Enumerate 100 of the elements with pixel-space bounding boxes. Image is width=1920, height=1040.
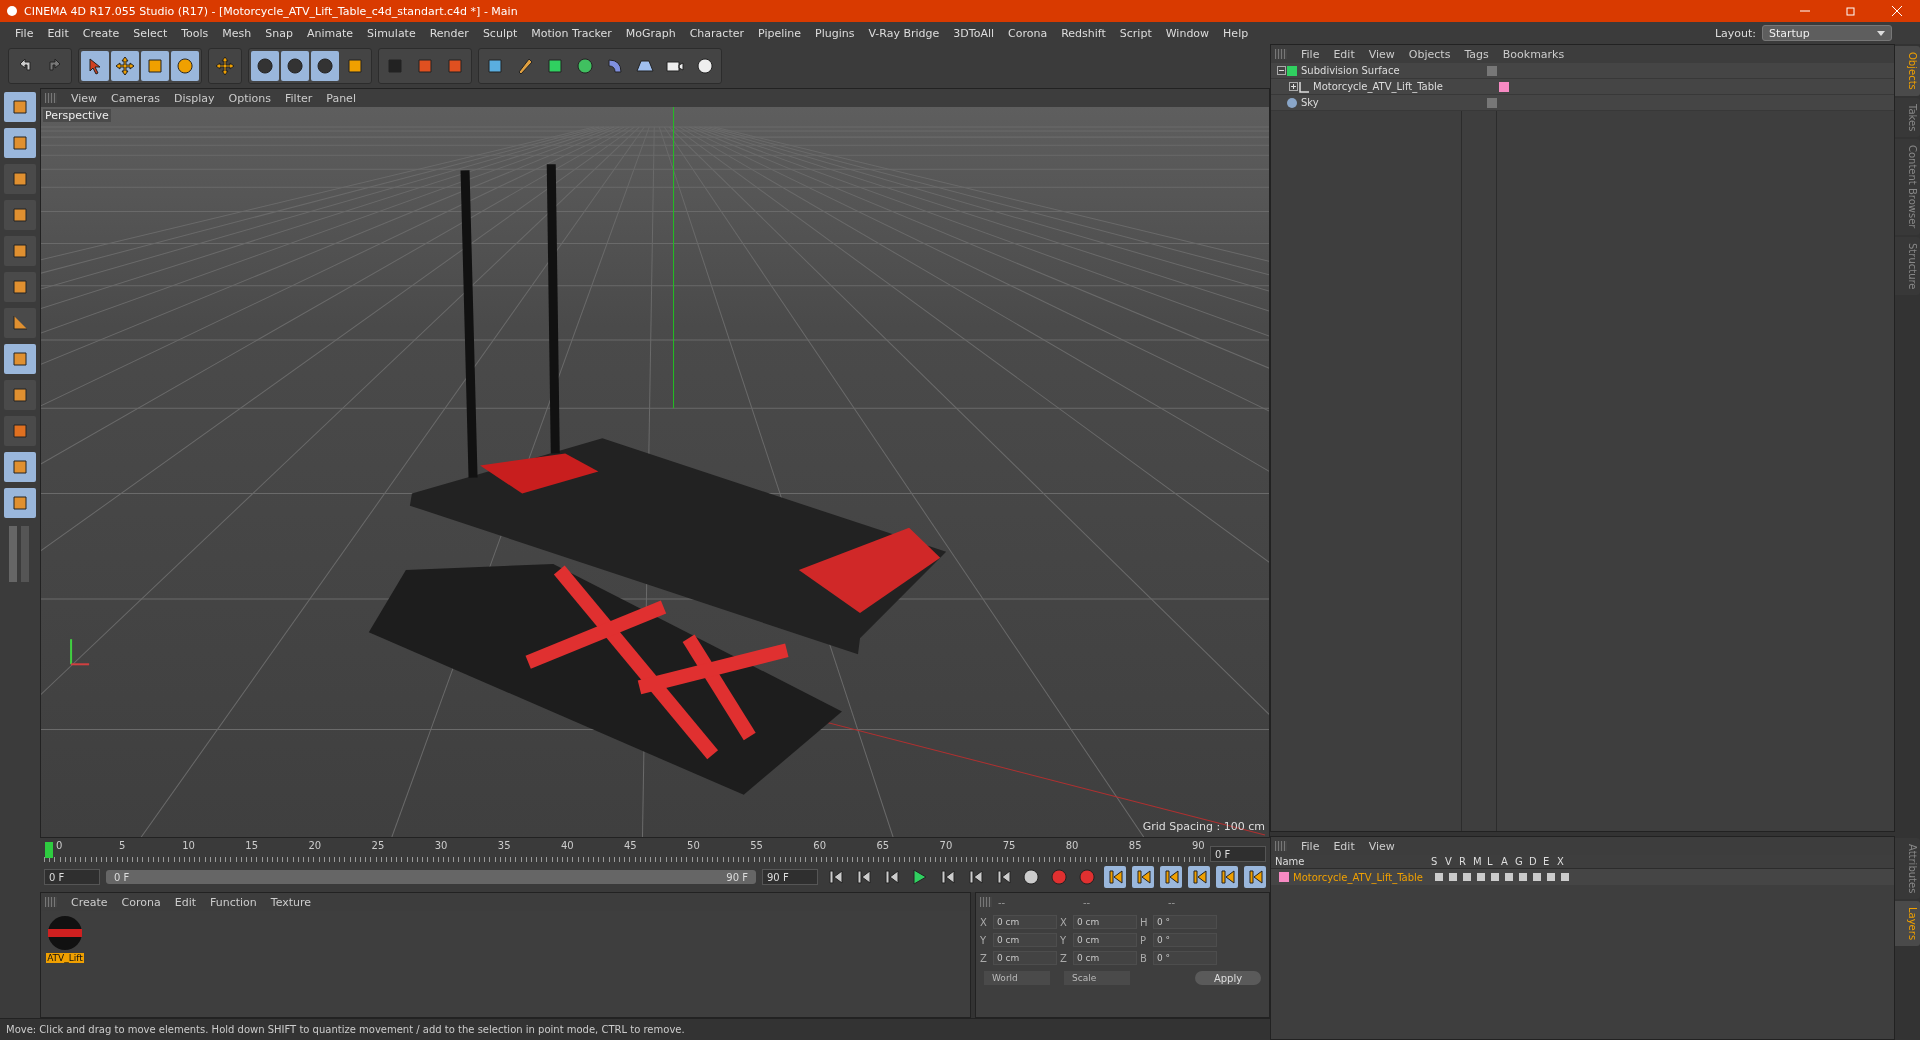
rotation-field[interactable]: 0 ° — [1153, 951, 1217, 965]
space-dropdown[interactable]: World — [984, 971, 1050, 985]
mode-button[interactable] — [4, 488, 36, 518]
menu-item[interactable]: Character — [682, 26, 751, 40]
menu-item[interactable]: V-Ray Bridge — [861, 26, 947, 40]
layout-dropdown[interactable]: Startup — [1762, 25, 1892, 41]
menu-item[interactable]: File — [8, 26, 41, 40]
column-header[interactable]: Name — [1275, 856, 1431, 867]
column-header[interactable]: M — [1473, 856, 1487, 867]
tool-button[interactable] — [81, 51, 109, 81]
column-header[interactable]: R — [1459, 856, 1473, 867]
column-header[interactable]: S — [1431, 856, 1445, 867]
mode-button[interactable] — [4, 344, 36, 374]
menu-item[interactable]: 3DToAll — [946, 26, 1001, 40]
column-header[interactable]: D — [1529, 856, 1543, 867]
menu-item[interactable]: Simulate — [360, 26, 423, 40]
size-field[interactable]: 0 cm — [1073, 951, 1137, 965]
material-menu-item[interactable]: Texture — [264, 895, 318, 909]
mode-button[interactable] — [4, 452, 36, 482]
mode-button[interactable] — [4, 92, 36, 122]
object-menu-item[interactable]: Bookmarks — [1496, 47, 1571, 61]
tool-button[interactable] — [111, 51, 139, 81]
object-row[interactable]: Subdivision Surface — [1271, 63, 1894, 79]
menu-item[interactable]: Redshift — [1054, 26, 1113, 40]
mode-button[interactable] — [4, 200, 36, 230]
object-row[interactable]: Sky — [1271, 95, 1894, 111]
object-row[interactable]: Motorcycle_ATV_Lift_Table — [1271, 79, 1894, 95]
material-menu-item[interactable]: Edit — [168, 895, 202, 909]
menu-item[interactable]: MoGraph — [618, 26, 683, 40]
tool-button[interactable] — [251, 51, 279, 81]
menu-item[interactable]: Script — [1112, 26, 1159, 40]
timeline-ruler[interactable]: 0 5 10 15 20 25 30 35 40 45 50 55 60 65 70 75 80 85 90 — [44, 840, 1206, 862]
object-menu-item[interactable]: Objects — [1402, 47, 1457, 61]
menu-item[interactable]: Motion Tracker — [524, 26, 619, 40]
layer-menu-item[interactable]: Edit — [1327, 839, 1361, 853]
mode-button[interactable] — [4, 272, 36, 302]
rotation-field[interactable]: 0 ° — [1153, 933, 1217, 947]
expand-icon[interactable] — [1289, 82, 1298, 91]
menu-item[interactable]: Help — [1216, 26, 1256, 40]
mode-button[interactable] — [4, 380, 36, 410]
menu-item[interactable]: Create — [75, 26, 127, 40]
material-menu-item[interactable]: Corona — [115, 895, 167, 909]
material-swatch[interactable] — [47, 915, 83, 951]
tool-button[interactable] — [311, 51, 339, 81]
menu-item[interactable]: Sculpt — [475, 26, 525, 40]
viewport-canvas[interactable]: Perspective Grid Spacing : 100 cm — [41, 107, 1269, 837]
viewport-menu-item[interactable]: Cameras — [105, 91, 166, 105]
viewport-menu-item[interactable]: Options — [222, 91, 277, 105]
layer-menu-item[interactable]: View — [1362, 839, 1401, 853]
mode-button[interactable] — [4, 128, 36, 158]
mode-button[interactable] — [4, 236, 36, 266]
rotation-field[interactable]: 0 ° — [1153, 915, 1217, 929]
size-field[interactable]: 0 cm — [1073, 933, 1137, 947]
object-menu-item[interactable]: Edit — [1327, 47, 1361, 61]
menu-item[interactable]: Snap — [258, 26, 300, 40]
restore-icon — [1846, 6, 1856, 16]
menu-item[interactable]: Plugins — [808, 26, 862, 40]
end-frame-field[interactable]: 90 F — [762, 869, 818, 885]
apply-button[interactable]: Apply — [1195, 971, 1261, 985]
material-menu-item[interactable]: Function — [204, 895, 263, 909]
column-header[interactable]: X — [1557, 856, 1571, 867]
viewport-menu-item[interactable]: Filter — [279, 91, 319, 105]
mode-button[interactable] — [4, 416, 36, 446]
object-menu-item[interactable]: File — [1295, 47, 1326, 61]
side-tab[interactable]: Layers — [1895, 901, 1920, 947]
start-frame-field[interactable]: 0 F — [44, 869, 100, 885]
layer-row[interactable]: Motorcycle_ATV_Lift_Table — [1271, 869, 1894, 885]
current-frame-field[interactable]: 0 F — [1210, 846, 1266, 862]
column-header[interactable]: V — [1445, 856, 1459, 867]
object-menu-item[interactable]: Tags — [1458, 47, 1495, 61]
column-header[interactable]: A — [1501, 856, 1515, 867]
position-field[interactable]: 0 cm — [993, 933, 1057, 947]
viewport-menu-item[interactable]: View — [65, 91, 104, 105]
mode-dropdown[interactable]: Scale — [1064, 971, 1130, 985]
menu-item[interactable]: Edit — [40, 26, 76, 40]
mode-button[interactable] — [4, 308, 36, 338]
menu-item[interactable]: Mesh — [215, 26, 259, 40]
position-field[interactable]: 0 cm — [993, 951, 1057, 965]
mode-button[interactable] — [4, 164, 36, 194]
column-header[interactable]: G — [1515, 856, 1529, 867]
menu-item[interactable]: Window — [1158, 26, 1217, 40]
menu-item[interactable]: Animate — [300, 26, 361, 40]
column-header[interactable]: E — [1543, 856, 1557, 867]
tool-button[interactable] — [281, 51, 309, 81]
side-tab[interactable]: Objects — [1895, 46, 1920, 96]
viewport-menu-item[interactable]: Panel — [320, 91, 362, 105]
position-field[interactable]: 0 cm — [993, 915, 1057, 929]
menu-item[interactable]: Pipeline — [751, 26, 809, 40]
column-header[interactable]: L — [1487, 856, 1501, 867]
object-menu-item[interactable]: View — [1362, 47, 1401, 61]
range-slider[interactable]: 0 F 90 F — [106, 870, 756, 884]
material-menu-item[interactable]: Create — [65, 895, 114, 909]
size-field[interactable]: 0 cm — [1073, 915, 1137, 929]
menu-item[interactable]: Render — [422, 26, 476, 40]
menu-item[interactable]: Select — [126, 26, 175, 40]
menu-item[interactable]: Corona — [1001, 26, 1055, 40]
layer-menu-item[interactable]: File — [1295, 839, 1326, 853]
collapse-icon[interactable] — [1277, 66, 1286, 75]
menu-item[interactable]: Tools — [174, 26, 216, 40]
viewport-menu-item[interactable]: Display — [168, 91, 221, 105]
